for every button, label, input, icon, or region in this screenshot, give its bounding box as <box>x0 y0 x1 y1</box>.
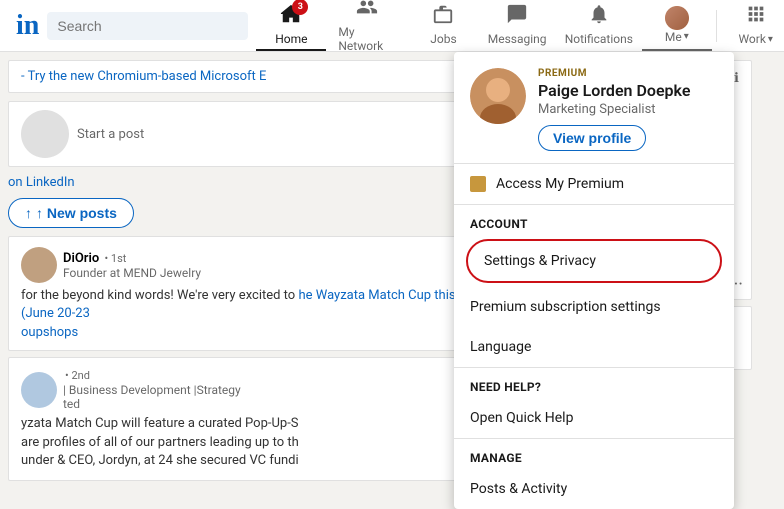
nav-home[interactable]: 3 Home <box>256 0 326 51</box>
home-label: Home <box>275 32 307 46</box>
nav-me[interactable]: Me ▾ <box>642 0 712 51</box>
premium-subscription-item[interactable]: Premium subscription settings <box>454 287 734 327</box>
notifications-icon <box>588 3 610 30</box>
access-premium-label: Access My Premium <box>496 176 624 192</box>
work-chevron-icon: ▾ <box>768 34 773 45</box>
post1-text: for the beyond kind words! We're very ex… <box>21 287 519 323</box>
home-badge: 3 <box>292 0 308 15</box>
dropdown-user-name: Paige Lorden Doepke <box>538 81 718 100</box>
nav-divider <box>716 10 717 42</box>
posts-activity-item[interactable]: Posts & Activity <box>454 469 734 509</box>
need-help-section-label: NEED HELP? <box>454 367 734 398</box>
open-quick-help-item[interactable]: Open Quick Help <box>454 398 734 438</box>
premium-icon <box>470 176 486 192</box>
work-grid-icon <box>745 3 767 30</box>
language-label: Language <box>470 339 531 355</box>
messaging-label: Messaging <box>488 32 547 46</box>
post1-groupshops-link[interactable]: oupshops <box>21 325 519 340</box>
account-section-label: ACCOUNT <box>454 204 734 235</box>
dropdown-user-section: PREMIUM Paige Lorden Doepke Marketing Sp… <box>454 52 734 164</box>
work-label-row: Work ▾ <box>738 32 773 46</box>
me-chevron-icon: ▾ <box>684 31 689 42</box>
nav-work[interactable]: Work ▾ <box>721 0 784 51</box>
dropdown-user-title: Marketing Specialist <box>538 102 718 117</box>
nav-messaging[interactable]: Messaging <box>478 0 555 51</box>
notifications-label: Notifications <box>565 32 633 46</box>
me-avatar <box>665 6 689 30</box>
nav-jobs[interactable]: Jobs <box>408 0 478 51</box>
jobs-icon <box>432 3 454 30</box>
manage-section-label: MANAGE <box>454 438 734 469</box>
arrow-up-icon: ↑ <box>25 205 32 221</box>
post2-role: | Business Development |Strategy <box>63 383 241 397</box>
dropdown-user-info: PREMIUM Paige Lorden Doepke Marketing Sp… <box>538 68 718 151</box>
view-profile-button[interactable]: View profile <box>538 125 646 151</box>
linkedin-logo: in <box>16 12 39 40</box>
post2-sub: ted <box>63 397 241 411</box>
post-input-area[interactable]: Start a post <box>77 127 489 142</box>
posts-activity-label: Posts & Activity <box>470 481 567 497</box>
home-icon: 3 <box>280 3 302 30</box>
me-label-row: Me ▾ <box>665 30 689 44</box>
premium-subscription-label: Premium subscription settings <box>470 299 661 315</box>
me-label: Me <box>665 30 682 44</box>
post2-degree: • 2nd <box>65 369 90 382</box>
network-label: My Network <box>338 25 396 53</box>
messaging-icon <box>506 3 528 30</box>
post2-text: yzata Match Cup will feature a curated P… <box>21 415 519 470</box>
work-label: Work <box>738 32 765 46</box>
post1-name: DiOrio <box>63 251 99 266</box>
new-posts-label: ↑ New posts <box>36 205 117 221</box>
dropdown-avatar <box>470 68 526 124</box>
language-item[interactable]: Language <box>454 327 734 367</box>
access-premium-item[interactable]: Access My Premium <box>454 164 734 204</box>
premium-badge: PREMIUM <box>538 68 718 79</box>
post1-role: Founder at MEND Jewelry <box>63 266 201 280</box>
post2-avatar <box>21 372 57 408</box>
open-quick-help-label: Open Quick Help <box>470 410 573 426</box>
settings-privacy-label: Settings & Privacy <box>484 253 596 269</box>
search-input[interactable] <box>47 12 248 40</box>
sidebar-info-icon: ℹ <box>734 71 739 86</box>
nav-network[interactable]: My Network <box>326 0 408 51</box>
nav-items: 3 Home My Network Jobs Messaging <box>256 0 784 51</box>
me-dropdown: PREMIUM Paige Lorden Doepke Marketing Sp… <box>454 52 734 509</box>
network-icon <box>356 0 378 23</box>
linkedin-link-text: on LinkedIn <box>8 175 75 190</box>
post1-avatar <box>21 247 57 283</box>
new-posts-button[interactable]: ↑ ↑ New posts <box>8 198 134 228</box>
top-navigation: in 3 Home My Network Jobs <box>0 0 784 52</box>
post1-degree: • 1st <box>104 252 126 265</box>
settings-privacy-item[interactable]: Settings & Privacy <box>466 239 722 283</box>
jobs-label: Jobs <box>430 32 456 46</box>
nav-notifications[interactable]: Notifications <box>556 0 642 51</box>
post-avatar <box>21 110 69 158</box>
chromium-banner-text: - Try the new Chromium-based Microsoft E <box>21 69 266 84</box>
